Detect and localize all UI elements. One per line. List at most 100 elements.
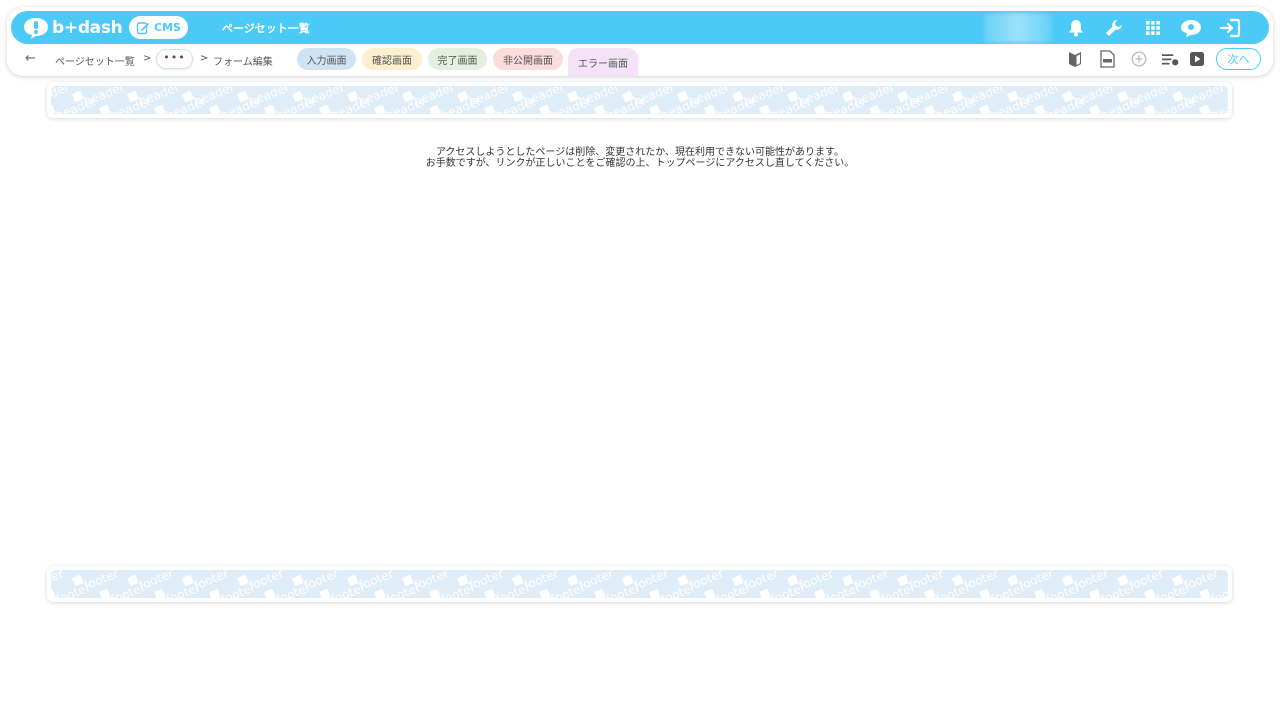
- band-watermark-image-icon: [539, 589, 551, 598]
- breadcrumb-item-pageset-list[interactable]: ページセット一覧: [55, 53, 135, 68]
- band-watermark-text: footer: [137, 570, 176, 593]
- band-watermark-image-icon: [594, 105, 606, 114]
- band-watermark-text: footer: [412, 570, 451, 593]
- add-circle-icon[interactable]: [1130, 50, 1148, 68]
- cms-button[interactable]: CMS: [129, 16, 188, 39]
- tab-confirm[interactable]: 確認画面: [362, 48, 422, 70]
- band-watermark-image-icon: [209, 589, 221, 598]
- band-watermark-text: footer: [1127, 570, 1166, 593]
- user-info-blurred[interactable]: [984, 13, 1052, 43]
- band-watermark-image-icon: [1034, 105, 1046, 114]
- band-watermark-image-icon: [704, 105, 716, 114]
- tab-input[interactable]: 入力画面: [297, 48, 356, 70]
- next-button[interactable]: 次へ: [1216, 48, 1261, 70]
- band-watermark-image-icon: [1199, 105, 1211, 114]
- band-watermark-image-icon: [319, 589, 331, 598]
- tab-error[interactable]: エラー画面: [568, 48, 638, 76]
- band-watermark-image-icon: [539, 105, 551, 114]
- band-watermark-image-icon: [429, 589, 441, 598]
- band-watermark-text: footer: [687, 570, 726, 593]
- band-watermark-image-icon: [814, 589, 826, 598]
- band-watermark-text: footer: [467, 570, 506, 593]
- band-watermark-text: footer: [247, 570, 286, 593]
- page-title: ページセット一覧: [222, 22, 310, 35]
- band-watermark-image-icon: [429, 105, 441, 114]
- footer-placeholder-band: footer footer footer footer footer footer foot…: [47, 566, 1232, 602]
- band-watermark-text: footer: [357, 570, 396, 593]
- band-watermark-image-icon: [594, 589, 606, 598]
- band-watermark-image-icon: [979, 589, 991, 598]
- band-watermark-image-icon: [374, 105, 386, 114]
- band-watermark-image-icon: [264, 105, 276, 114]
- top-nav-bar: b+dash CMS ページセット一覧: [11, 11, 1269, 44]
- band-watermark-image-icon: [319, 105, 331, 114]
- band-watermark-image-icon: [1144, 589, 1156, 598]
- band-watermark-text: footer: [962, 570, 1001, 593]
- error-message: アクセスしようとしたページは削除、変更されたか、現在利用できない可能性があります…: [0, 147, 1280, 169]
- play-icon[interactable]: [1188, 50, 1206, 68]
- band-watermark-image-icon: [484, 105, 496, 114]
- edit-note-icon: [136, 21, 149, 34]
- bell-icon[interactable]: [1064, 16, 1088, 40]
- band-watermark-text: footer: [797, 570, 836, 593]
- wrench-icon[interactable]: [1102, 16, 1126, 40]
- grid-icon[interactable]: [1141, 16, 1165, 40]
- logo[interactable]: b+dash: [23, 15, 123, 41]
- band-watermark-text: footer: [742, 570, 781, 593]
- chat-bubble-icon[interactable]: [1179, 16, 1203, 40]
- back-arrow-icon[interactable]: ←: [25, 52, 39, 66]
- html-file-icon[interactable]: [1098, 50, 1116, 68]
- band-watermark-image-icon: [99, 589, 111, 598]
- band-watermark-text: footer: [907, 570, 946, 593]
- band-watermark-image-icon: [154, 105, 166, 114]
- band-watermark-text: footer: [522, 570, 561, 593]
- error-message-line2: お手数ですが、リンクが正しいことをご確認の上、トップページにアクセスし直してくだ…: [425, 158, 855, 169]
- band-watermark-image-icon: [1199, 589, 1211, 598]
- cms-label: CMS: [154, 21, 181, 34]
- band-watermark-image-icon: [814, 105, 826, 114]
- band-watermark-image-icon: [649, 589, 661, 598]
- band-watermark-image-icon: [1089, 105, 1101, 114]
- tab-private[interactable]: 非公開画面: [493, 48, 563, 70]
- tab-complete[interactable]: 完了画面: [428, 48, 487, 70]
- band-watermark-image-icon: [209, 105, 221, 114]
- list-settings-icon[interactable]: [1161, 50, 1179, 68]
- band-watermark-image-icon: [979, 105, 991, 114]
- band-watermark-image-icon: [484, 589, 496, 598]
- band-watermark-text: footer: [1209, 580, 1228, 598]
- band-watermark-image-icon: [264, 589, 276, 598]
- error-message-line1: アクセスしようとしたページは削除、変更されたか、現在利用できない可能性があります…: [435, 147, 845, 158]
- band-watermark-image-icon: [374, 589, 386, 598]
- header-placeholder-band: header header header header header header head…: [47, 82, 1232, 118]
- breadcrumb-item-form-edit: フォーム編集: [213, 57, 273, 68]
- band-watermark-image-icon: [759, 105, 771, 114]
- band-watermark-image-icon: [1144, 105, 1156, 114]
- logo-bubble-icon: [24, 18, 48, 39]
- band-watermark-text: footer: [1072, 570, 1111, 593]
- breadcrumb-separator: >: [143, 53, 152, 64]
- band-watermark-text: footer: [1182, 570, 1221, 593]
- breadcrumb-separator: >: [200, 53, 209, 64]
- band-watermark-image-icon: [759, 589, 771, 598]
- band-watermark-image-icon: [704, 589, 716, 598]
- band-watermark-text: footer: [192, 570, 231, 593]
- beginner-mark-icon[interactable]: [1066, 50, 1084, 68]
- band-watermark-image-icon: [99, 105, 111, 114]
- band-watermark-image-icon: [924, 589, 936, 598]
- band-watermark-image-icon: [154, 589, 166, 598]
- band-watermark-image-icon: [649, 105, 661, 114]
- band-watermark-text: footer: [852, 570, 891, 593]
- band-watermark-text: footer: [632, 570, 671, 593]
- header-placeholder: header header header header header header head…: [51, 86, 1228, 114]
- band-watermark-image-icon: [1034, 589, 1046, 598]
- band-watermark-text: footer: [302, 570, 341, 593]
- footer-placeholder: footer footer footer footer footer footer foot…: [51, 570, 1228, 598]
- band-watermark-image-icon: [924, 105, 936, 114]
- band-watermark-text: footer: [1017, 570, 1056, 593]
- breadcrumb-more-button[interactable]: •••: [156, 49, 193, 69]
- band-watermark-image-icon: [869, 105, 881, 114]
- logo-text: b+dash: [52, 18, 123, 38]
- logout-icon[interactable]: [1218, 16, 1242, 40]
- band-watermark-image-icon: [869, 589, 881, 598]
- band-watermark-text: footer: [82, 570, 121, 593]
